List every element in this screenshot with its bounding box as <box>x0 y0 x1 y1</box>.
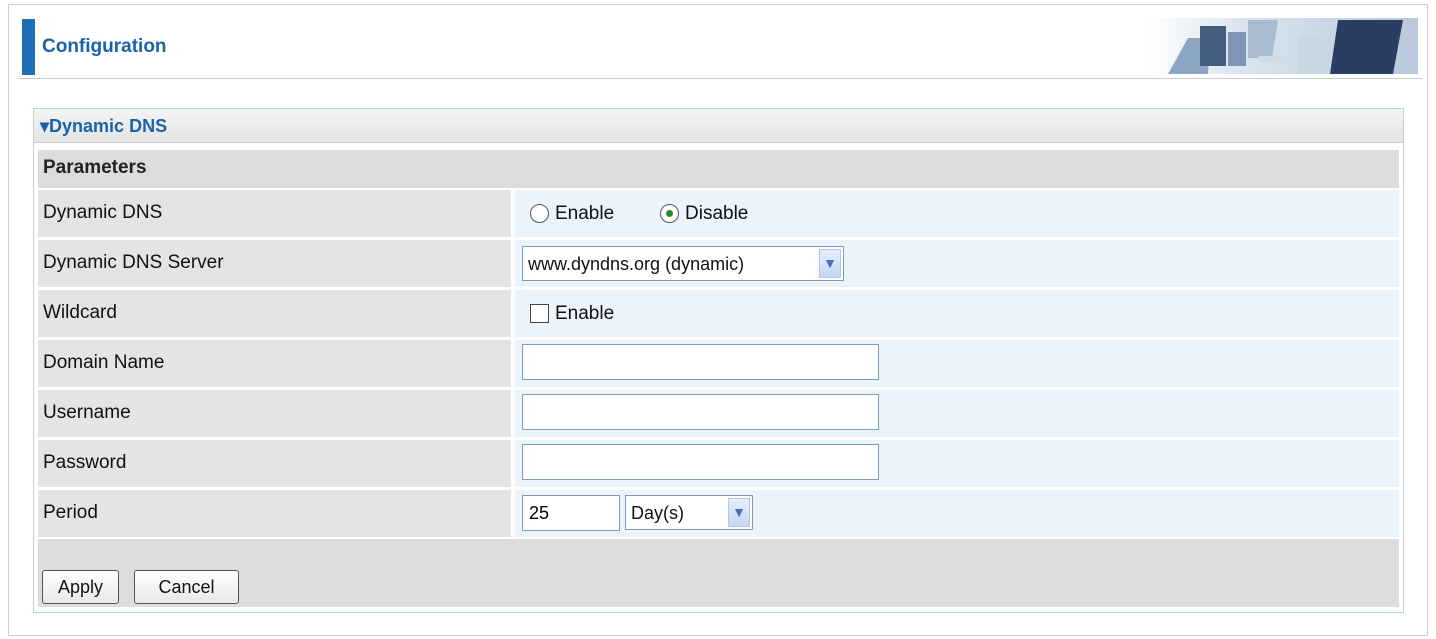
row-dynamic-dns-server: Dynamic DNS Server www.dyndns.org (dynam… <box>38 240 1399 287</box>
server-select[interactable]: www.dyndns.org (dynamic) ▼ <box>522 246 844 281</box>
dynamic-dns-panel: ▾Dynamic DNS Parameters Dynamic DNS Enab… <box>33 108 1404 613</box>
panel-title: ▾Dynamic DNS <box>40 116 168 136</box>
wildcard-checkbox[interactable] <box>530 304 549 323</box>
apply-button[interactable]: Apply <box>42 570 119 604</box>
wildcard-checkbox-label[interactable]: Enable <box>555 303 614 325</box>
row-value-cell <box>515 390 1399 437</box>
domain-name-input[interactable] <box>522 344 879 380</box>
row-label-cell: Password <box>38 440 511 487</box>
chevron-down-icon[interactable]: ▼ <box>728 498 750 527</box>
panel-title-bar[interactable]: ▾Dynamic DNS <box>34 109 1403 143</box>
section-header: Parameters <box>38 150 1399 188</box>
button-bar: Apply Cancel <box>38 539 1399 607</box>
row-label-cell: Domain Name <box>38 340 511 387</box>
row-period: Period Day(s) ▼ <box>38 490 1399 537</box>
row-wildcard: Wildcard Enable <box>38 290 1399 337</box>
disable-radio-label[interactable]: Disable <box>685 203 748 225</box>
row-label-cell: Username <box>38 390 511 437</box>
row-password: Password <box>38 440 1399 487</box>
row-dynamic-dns: Dynamic DNS Enable Disable <box>38 190 1399 237</box>
period-label: Period <box>43 502 98 523</box>
row-username: Username <box>38 390 1399 437</box>
row-label-cell: Period <box>38 490 511 537</box>
row-value-cell: Day(s) ▼ <box>515 490 1399 537</box>
office-banner-image <box>1148 18 1418 74</box>
row-label-cell: Dynamic DNS <box>38 190 511 237</box>
row-value-cell <box>515 340 1399 387</box>
disable-radio[interactable] <box>660 204 679 223</box>
enable-radio-label[interactable]: Enable <box>555 203 614 225</box>
period-unit-value: Day(s) <box>631 503 684 523</box>
row-label-cell: Dynamic DNS Server <box>38 240 511 287</box>
period-input[interactable] <box>522 495 620 531</box>
password-input[interactable] <box>522 444 879 480</box>
row-value-cell <box>515 440 1399 487</box>
section-title: Parameters <box>43 157 147 178</box>
dynamic-dns-label: Dynamic DNS <box>43 202 163 223</box>
row-value-cell: Enable <box>515 290 1399 337</box>
cancel-button[interactable]: Cancel <box>134 570 239 604</box>
page-title: Configuration <box>42 36 167 57</box>
header-divider <box>18 78 1422 79</box>
password-label: Password <box>43 452 127 473</box>
period-unit-select[interactable]: Day(s) ▼ <box>625 495 753 530</box>
row-domain-name: Domain Name <box>38 340 1399 387</box>
header-accent-bar <box>22 19 35 75</box>
username-input[interactable] <box>522 394 879 430</box>
server-label: Dynamic DNS Server <box>43 252 224 273</box>
wildcard-label: Wildcard <box>43 302 117 323</box>
username-label: Username <box>43 402 131 423</box>
row-label-cell: Wildcard <box>38 290 511 337</box>
enable-radio[interactable] <box>530 204 549 223</box>
row-value-cell: www.dyndns.org (dynamic) ▼ <box>515 240 1399 287</box>
server-select-value: www.dyndns.org (dynamic) <box>528 254 745 274</box>
row-value-cell: Enable Disable <box>515 190 1399 237</box>
chevron-down-icon[interactable]: ▼ <box>819 249 841 278</box>
domain-name-label: Domain Name <box>43 352 165 373</box>
